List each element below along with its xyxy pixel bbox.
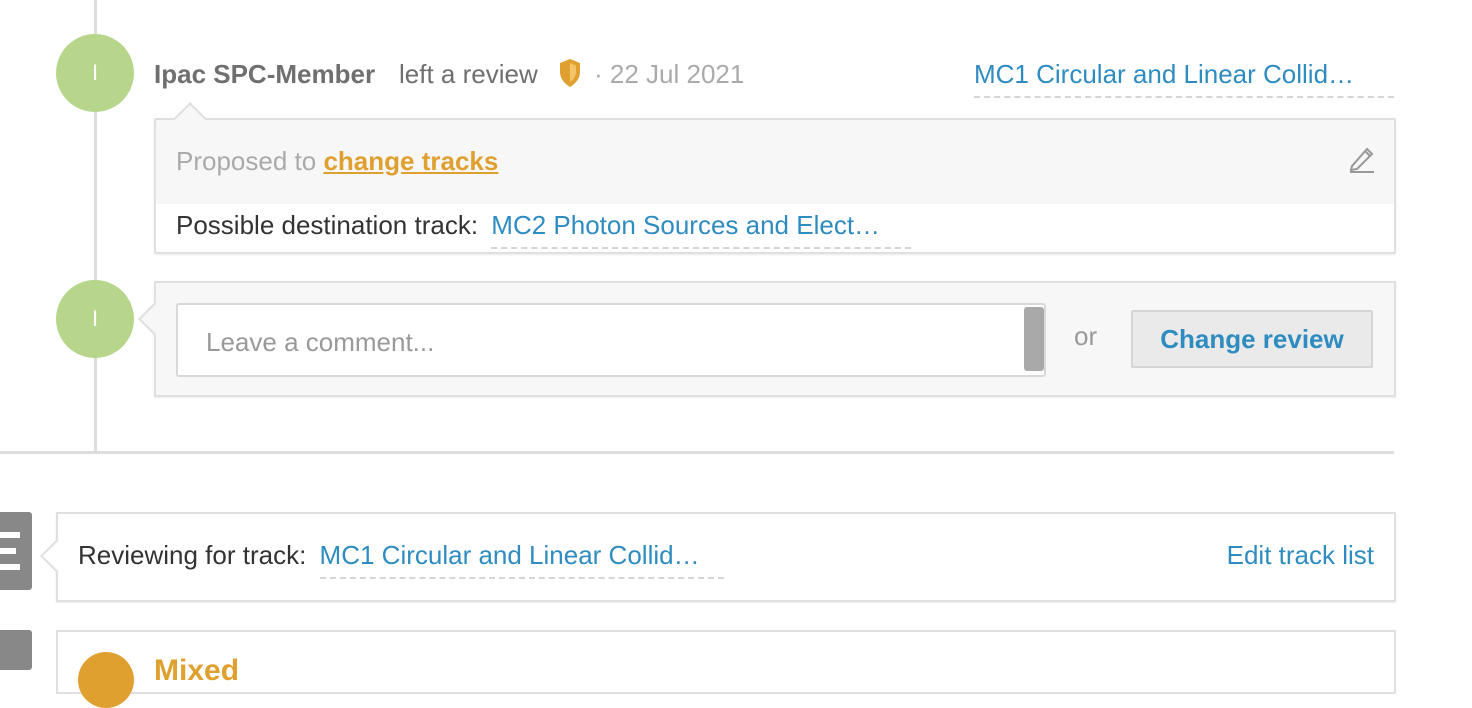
section-divider — [0, 451, 1394, 454]
comment-scrollbar[interactable] — [1024, 307, 1044, 371]
review-date-text: 22 Jul 2021 — [609, 59, 745, 89]
avatar-initial: I — [91, 60, 99, 85]
destination-label: Possible destination track: — [176, 210, 479, 240]
change-tracks-link[interactable]: change tracks — [323, 146, 498, 176]
review-track-link[interactable]: MC1 Circular and Linear Collid… — [974, 59, 1394, 98]
commenter-avatar: I — [56, 280, 134, 358]
reviewing-track-link[interactable]: MC1 Circular and Linear Collid… — [319, 540, 724, 579]
next-review-title: Mixed — [154, 654, 240, 687]
change-review-button[interactable]: Change review — [1131, 310, 1373, 368]
proposal-text: Proposed to change tracks — [176, 146, 498, 177]
review-verb: left a review — [399, 59, 538, 89]
proposal-prefix: Proposed to — [176, 146, 317, 176]
shield-icon — [560, 59, 580, 87]
review-header: Ipac SPC-Member left a review · 22 Jul 2… — [154, 56, 1394, 98]
next-review-panel: Mixed — [56, 630, 1396, 708]
review-author[interactable]: Ipac SPC-Member — [154, 59, 375, 90]
destination-track-link[interactable]: MC2 Photon Sources and Elect… — [491, 210, 912, 249]
destination-row: Possible destination track: MC2 Photon S… — [176, 210, 912, 249]
review-date: · 22 Jul 2021 — [594, 59, 744, 90]
comment-box: Leave a comment... or Change review — [154, 281, 1396, 397]
date-separator: · — [594, 59, 603, 89]
reviewing-track-text: Reviewing for track: MC1 Circular and Li… — [78, 540, 724, 579]
reviewing-track-panel: Reviewing for track: MC1 Circular and Li… — [56, 512, 1396, 602]
mixed-avatar — [78, 652, 134, 708]
or-label: or — [1074, 321, 1098, 351]
proposal-box: Proposed to change tracks Possible desti… — [154, 118, 1396, 254]
avatar-initial: I — [91, 306, 99, 331]
edit-pencil-icon[interactable] — [1346, 142, 1378, 174]
edit-track-list-link[interactable]: Edit track list — [1227, 540, 1374, 571]
comment-input[interactable]: Leave a comment... — [176, 303, 1046, 377]
comment-placeholder: Leave a comment... — [206, 327, 435, 357]
document-icon — [0, 630, 32, 670]
list-icon — [0, 512, 32, 590]
reviewer-avatar: I — [56, 34, 134, 112]
reviewing-label: Reviewing for track: — [78, 540, 307, 570]
